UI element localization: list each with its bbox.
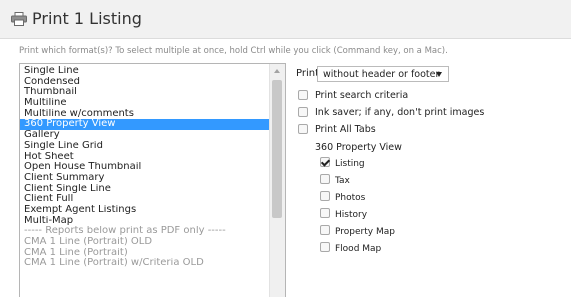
format-option-disabled: CMA 1 Line (Portrait) w/Criteria OLD xyxy=(24,258,204,269)
print-header-select-value: without header or footer xyxy=(323,69,440,80)
format-option[interactable]: Client Summary xyxy=(20,173,269,184)
property-map-label: Property Map xyxy=(335,227,395,237)
format-list: Single Line Condensed Thumbnail Multilin… xyxy=(20,66,269,269)
format-option[interactable]: Client Single Line xyxy=(20,184,269,195)
format-option[interactable]: Multiline w/comments xyxy=(20,109,269,120)
format-option[interactable]: Single Line Grid xyxy=(20,141,269,152)
format-option[interactable]: Exempt Agent Listings xyxy=(20,205,269,216)
property-map-checkbox[interactable] xyxy=(320,225,330,235)
print-all-tabs-checkbox[interactable] xyxy=(298,124,308,134)
format-listbox[interactable]: Single Line Condensed Thumbnail Multilin… xyxy=(19,63,286,297)
history-checkbox[interactable] xyxy=(320,208,330,218)
property-view-section-title: 360 Property View xyxy=(315,142,402,153)
format-option[interactable]: Single Line xyxy=(20,66,269,77)
format-option[interactable]: Gallery xyxy=(20,130,269,141)
ink-saver-checkbox[interactable] xyxy=(298,107,308,117)
history-label: History xyxy=(335,210,368,220)
photos-label: Photos xyxy=(335,193,366,203)
format-option[interactable]: Thumbnail xyxy=(20,87,269,98)
listing-checkbox[interactable] xyxy=(320,157,330,167)
instructions-text: Print which format(s)? To select multipl… xyxy=(19,46,448,56)
format-option-selected[interactable]: 360 Property View xyxy=(20,119,269,131)
format-option[interactable]: Open House Thumbnail xyxy=(20,162,269,173)
format-option[interactable]: Client Full xyxy=(20,194,269,205)
page-title: Print 1 Listing xyxy=(32,9,142,28)
format-separator: ----- Reports below print as PDF only --… xyxy=(24,226,226,237)
print-search-criteria-checkbox[interactable] xyxy=(298,90,308,100)
format-option-disabled: CMA 1 Line (Portrait) OLD xyxy=(24,237,153,247)
print-all-tabs-label: Print All Tabs xyxy=(315,124,376,135)
format-option[interactable]: Multiline xyxy=(20,98,269,109)
format-option[interactable]: Multi-Map xyxy=(20,216,269,227)
format-option[interactable]: Hot Sheet xyxy=(20,152,269,163)
scroll-up-icon[interactable] xyxy=(274,69,280,73)
tax-label: Tax xyxy=(335,176,350,186)
dialog-header: Print 1 Listing xyxy=(0,0,571,39)
listing-label: Listing xyxy=(335,159,365,169)
photos-checkbox[interactable] xyxy=(320,191,330,201)
format-option[interactable]: Condensed xyxy=(20,77,269,88)
tax-checkbox[interactable] xyxy=(320,174,330,184)
print-label: Print xyxy=(296,68,320,79)
print-search-criteria-label: Print search criteria xyxy=(315,90,409,101)
flood-map-checkbox[interactable] xyxy=(320,242,330,252)
printer-icon xyxy=(11,12,27,26)
print-header-select[interactable]: without header or footer xyxy=(317,66,449,82)
format-option-disabled: CMA 1 Line (Portrait) xyxy=(24,247,128,258)
list-scrollbar[interactable] xyxy=(269,64,285,297)
flood-map-label: Flood Map xyxy=(335,244,382,254)
scrollbar-thumb[interactable] xyxy=(272,80,282,218)
ink-saver-label: Ink saver; if any, don't print images xyxy=(315,107,485,118)
chevron-down-icon xyxy=(436,72,442,77)
